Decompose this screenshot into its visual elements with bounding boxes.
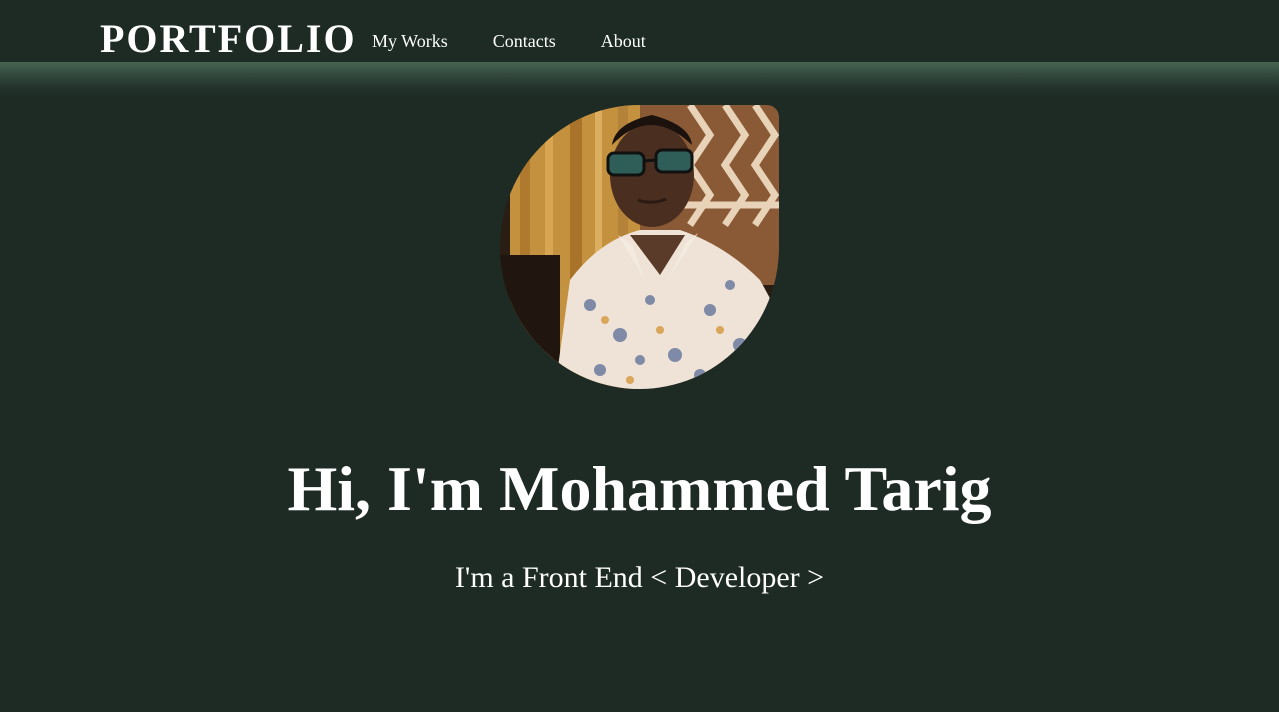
hero-subheadline: I'm a Front End < Developer > (454, 561, 825, 594)
header-shadow (0, 62, 1279, 98)
profile-photo (500, 105, 779, 389)
page: PORTFOLIO My Works Contacts About Hi, I'… (0, 0, 1279, 712)
nav-link-about[interactable]: About (601, 30, 646, 52)
top-navigation-bar: PORTFOLIO My Works Contacts About (0, 0, 1279, 62)
nav-link-my-works[interactable]: My Works (372, 30, 448, 52)
nav-link-contacts[interactable]: Contacts (493, 30, 556, 52)
main-nav: My Works Contacts About (372, 30, 646, 52)
hero-headline: Hi, I'm Mohammed Tarig (287, 453, 992, 524)
profile-photo-illustration (500, 105, 779, 389)
brand-logo[interactable]: PORTFOLIO (100, 16, 357, 62)
